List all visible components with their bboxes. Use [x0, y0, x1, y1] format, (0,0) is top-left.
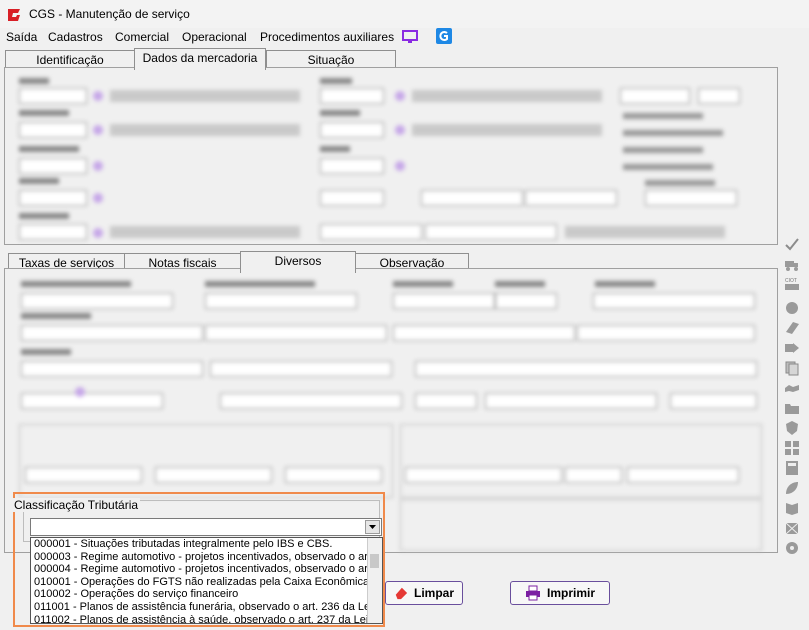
tab-diversos[interactable]: Diversos — [240, 251, 356, 273]
menu-comercial[interactable]: Comercial — [115, 30, 169, 44]
printer-icon — [525, 585, 540, 601]
tax-classification-label: Classificação Tributária — [12, 498, 141, 512]
menu-saida[interactable]: Saída — [6, 30, 37, 44]
dropdown-option[interactable]: 011002 - Planos de assistência à saúde, … — [31, 614, 370, 623]
ciot-icon[interactable]: CIOT — [784, 276, 800, 292]
checkmark-icon[interactable] — [784, 236, 800, 252]
dropdown-option[interactable]: 000004 - Regime automotivo - projetos in… — [31, 563, 370, 576]
tag-icon[interactable] — [784, 320, 800, 336]
handshake-icon[interactable] — [784, 380, 800, 396]
menu-operacional[interactable]: Operacional — [182, 30, 247, 44]
tax-classification-combobox[interactable] — [30, 518, 382, 536]
menu-procedimentos-auxiliares[interactable]: Procedimentos auxiliares — [260, 30, 394, 44]
dropdown-arrow-icon[interactable] — [365, 520, 380, 534]
folder-icon[interactable] — [784, 400, 800, 416]
mercadoria-panel — [4, 67, 778, 245]
shield-icon[interactable] — [784, 420, 800, 436]
forward-icon[interactable] — [784, 340, 800, 356]
tax-classification-dropdown-list[interactable]: 000001 - Situações tributadas integralme… — [30, 537, 383, 624]
eraser-icon — [395, 587, 408, 600]
truck-icon[interactable] — [784, 256, 800, 272]
tab-dados-da-mercadoria[interactable]: Dados da mercadoria — [134, 48, 266, 70]
leaf-icon[interactable] — [784, 480, 800, 496]
window-title: CGS - Manutenção de serviço — [29, 7, 190, 21]
app-logo-icon — [8, 9, 20, 21]
dropdown-option[interactable]: 011001 - Planos de assistência funerária… — [31, 601, 370, 614]
calculator-icon[interactable] — [784, 460, 800, 476]
g-logo-icon[interactable] — [436, 28, 452, 44]
circle-icon[interactable] — [784, 300, 800, 316]
grid-icon[interactable] — [784, 440, 800, 456]
gear-icon[interactable] — [784, 540, 800, 556]
title-bar: CGS - Manutenção de serviço — [0, 0, 809, 28]
right-toolbar: CIOT — [782, 232, 804, 562]
dropdown-option[interactable]: 000001 - Situações tributadas integralme… — [31, 538, 370, 551]
tax-classification-highlight: 000001 - Situações tributadas integralme… — [13, 492, 385, 627]
clear-button[interactable]: Limpar — [385, 581, 463, 605]
top-tabs: Identificação Dados da mercadoria Situaç… — [3, 48, 778, 70]
dropdown-scrollbar[interactable] — [367, 538, 382, 623]
print-button[interactable]: Imprimir — [510, 581, 610, 605]
dropdown-option[interactable]: 000003 - Regime automotivo - projetos in… — [31, 551, 370, 564]
book-icon[interactable] — [784, 500, 800, 516]
dropdown-option[interactable]: 010002 - Operações do serviço financeiro — [31, 588, 370, 601]
monitor-icon[interactable] — [402, 29, 418, 45]
clear-button-label: Limpar — [413, 586, 454, 600]
menu-bar: Saída Cadastros Comercial Operacional Pr… — [0, 28, 809, 48]
crate-icon[interactable] — [784, 520, 800, 536]
documents-icon[interactable] — [784, 360, 800, 376]
svg-text:CIOT: CIOT — [785, 278, 797, 284]
dropdown-option[interactable]: 010001 - Operações do FGTS não realizada… — [31, 576, 370, 589]
print-button-label: Imprimir — [546, 586, 595, 600]
menu-cadastros[interactable]: Cadastros — [48, 30, 103, 44]
